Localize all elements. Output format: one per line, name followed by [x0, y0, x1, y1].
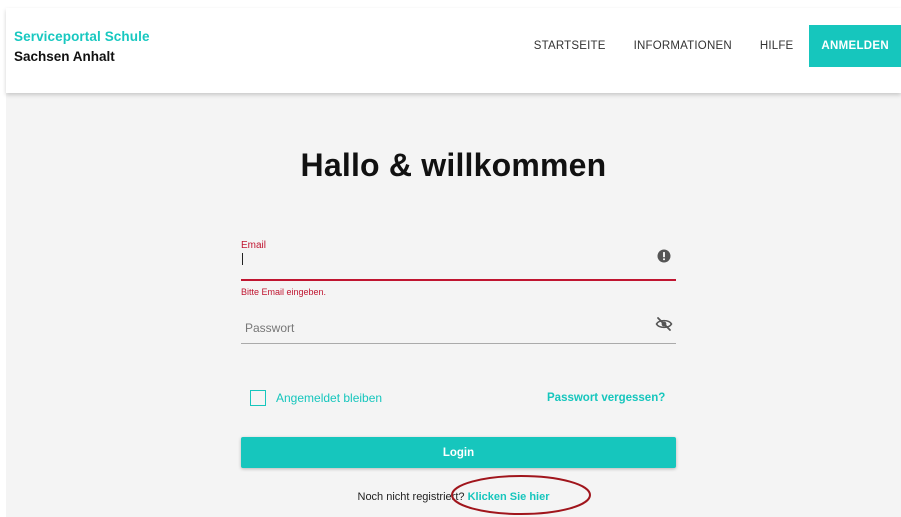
register-prompt: Noch nicht registriert? Klicken Sie hier	[6, 491, 901, 503]
email-label: Email	[241, 240, 267, 251]
nav-login-button[interactable]: ANMELDEN	[809, 25, 901, 67]
eye-off-icon[interactable]	[655, 316, 673, 332]
main-nav: STARTSEITE INFORMATIONEN HILFE ANMELDEN	[520, 25, 901, 67]
nav-item-informationen[interactable]: INFORMATIONEN	[634, 40, 732, 52]
remember-me-checkbox[interactable]	[250, 390, 266, 406]
email-error-message: Bitte Email eingeben.	[241, 287, 327, 297]
password-field[interactable]	[241, 305, 676, 344]
nav-item-startseite[interactable]: STARTSEITE	[534, 40, 606, 52]
brand-title: Serviceportal Schule	[14, 29, 150, 44]
email-field[interactable]: Email	[241, 237, 676, 281]
alert-circle-icon	[657, 249, 671, 263]
page-title: Hallo & willkommen	[300, 147, 607, 183]
brand-subtitle: Sachsen Anhalt	[14, 49, 115, 64]
register-link[interactable]: Klicken Sie hier	[468, 491, 550, 503]
remember-me[interactable]: Angemeldet bleiben	[250, 390, 382, 406]
remember-me-label[interactable]: Angemeldet bleiben	[276, 391, 382, 405]
register-prompt-text: Noch nicht registriert?	[357, 491, 465, 503]
forgot-password-link[interactable]: Passwort vergessen?	[547, 392, 665, 404]
text-cursor	[242, 253, 243, 265]
password-input[interactable]	[245, 320, 646, 336]
brand[interactable]: Serviceportal Schule Sachsen Anhalt	[14, 28, 150, 66]
email-input[interactable]	[245, 252, 646, 268]
nav-item-hilfe[interactable]: HILFE	[760, 40, 794, 52]
site-header: Serviceportal Schule Sachsen Anhalt STAR…	[6, 8, 901, 93]
login-button[interactable]: Login	[241, 437, 676, 468]
login-page: Hallo & willkommen Email Bitte Email ein…	[6, 93, 901, 517]
